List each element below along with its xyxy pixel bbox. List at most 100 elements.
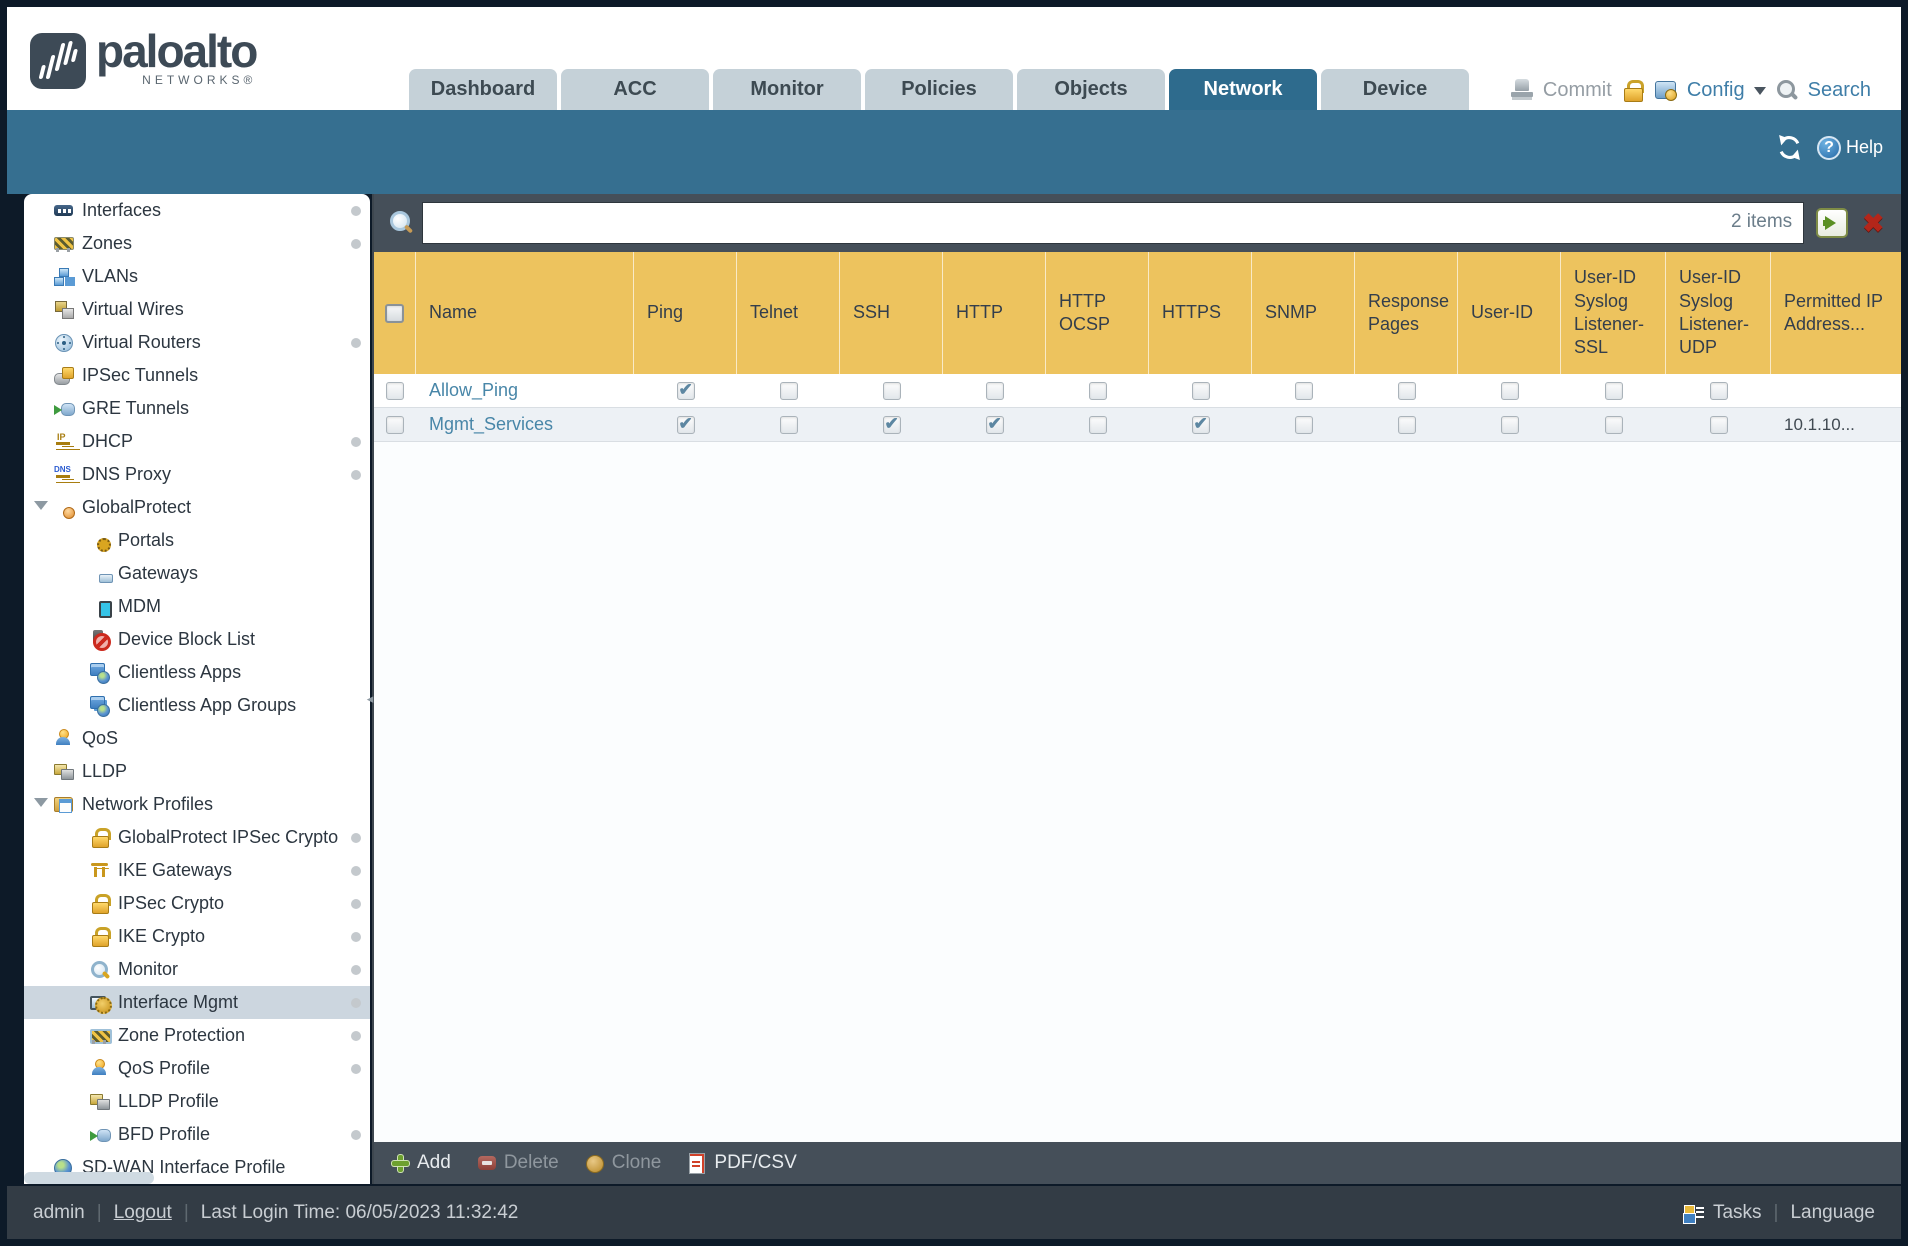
sidebar-item-lldp[interactable]: LLDP [24,755,370,788]
lock-icon[interactable] [1621,78,1645,102]
telnet-checkbox[interactable] [780,382,798,400]
sidebar-item-device-block-list[interactable]: Device Block List [24,623,370,656]
sidebar-item-label: BFD Profile [118,1124,210,1145]
sidebar-item-ike-crypto[interactable]: IKE Crypto [24,920,370,953]
column-header-label: Telnet [750,301,798,324]
telnet-checkbox[interactable] [780,416,798,434]
row-select-checkbox[interactable] [386,416,404,434]
user-id-syslog-listener-ssl-checkbox[interactable] [1605,382,1623,400]
vlan-icon [54,267,74,286]
help-button[interactable]: ? Help [1817,136,1883,160]
cell-user-id [1458,374,1561,407]
pdf-csv-button[interactable]: PDF/CSV [687,1152,796,1174]
sidebar-item-ike-gateways[interactable]: IKE Gateways [24,854,370,887]
delete-icon [477,1153,497,1173]
profile-name-link[interactable]: Allow_Ping [429,380,518,401]
sidebar-scrollbar[interactable] [24,1172,154,1184]
sidebar-item-network-profiles[interactable]: Network Profiles [24,788,370,821]
sidebar-item-virtual-routers[interactable]: Virtual Routers [24,326,370,359]
config-button[interactable]: Config [1687,79,1745,102]
column-header-ssh: SSH [840,252,943,374]
ping-checkbox[interactable] [677,382,695,400]
commit-button[interactable]: Commit [1543,79,1612,102]
sidebar-item-clientless-apps[interactable]: Clientless Apps [24,656,370,689]
sidebar-item-qos-profile[interactable]: QoS Profile [24,1052,370,1085]
user-id-checkbox[interactable] [1501,416,1519,434]
sidebar-item-portals[interactable]: Portals [24,524,370,557]
http-ocsp-checkbox[interactable] [1089,416,1107,434]
sidebar-item-ipsec-crypto[interactable]: IPSec Crypto [24,887,370,920]
http-ocsp-checkbox[interactable] [1089,382,1107,400]
cell-snmp [1252,374,1355,407]
commit-icon [1510,78,1534,102]
expander-icon[interactable] [34,798,48,807]
response-pages-checkbox[interactable] [1398,382,1416,400]
filter-input[interactable] [422,202,1804,244]
cell-name: Mgmt_Services [416,408,634,441]
config-icon [1654,78,1678,102]
user-id-syslog-listener-ssl-checkbox[interactable] [1605,416,1623,434]
column-header-snmp: SNMP [1252,252,1355,374]
sidebar-item-bfd-profile[interactable]: BFD Profile [24,1118,370,1151]
ssh-checkbox[interactable] [883,416,901,434]
gp-icon [54,498,74,517]
https-checkbox[interactable] [1192,382,1210,400]
column-header-user-id-syslog-listener-ssl: User-ID Syslog Listener-SSL [1561,252,1666,374]
snmp-checkbox[interactable] [1295,382,1313,400]
sidebar-item-virtual-wires[interactable]: Virtual Wires [24,293,370,326]
sidebar-item-vlans[interactable]: VLANs [24,260,370,293]
sidebar-item-qos[interactable]: QoS [24,722,370,755]
apply-filter-button[interactable] [1816,208,1847,238]
sidebar-item-interface-mgmt[interactable]: Interface Mgmt [24,986,370,1019]
tab-policies[interactable]: Policies [865,69,1013,110]
chevron-down-icon[interactable] [1754,84,1766,96]
response-pages-checkbox[interactable] [1398,416,1416,434]
select-all-checkbox[interactable] [385,304,404,323]
expander-icon[interactable] [34,501,48,510]
search-button[interactable]: Search [1808,79,1871,102]
user-id-checkbox[interactable] [1501,382,1519,400]
dns-icon [54,465,74,484]
profile-name-link[interactable]: Mgmt_Services [429,414,553,435]
https-checkbox[interactable] [1192,416,1210,434]
tab-objects[interactable]: Objects [1017,69,1165,110]
sidebar-item-mdm[interactable]: MDM [24,590,370,623]
clear-filter-button[interactable]: ✖ [1860,209,1887,237]
ssh-checkbox[interactable] [883,382,901,400]
sidebar-item-clientless-app-groups[interactable]: Clientless App Groups [24,689,370,722]
sidebar-item-globalprotect-ipsec-crypto[interactable]: GlobalProtect IPSec Crypto [24,821,370,854]
sidebar-item-zone-protection[interactable]: Zone Protection [24,1019,370,1052]
tab-device[interactable]: Device [1321,69,1469,110]
row-select-checkbox[interactable] [386,382,404,400]
sidebar-item-gre-tunnels[interactable]: GRE Tunnels [24,392,370,425]
sidebar-collapse-handle[interactable]: ◂ [364,688,376,710]
http-checkbox[interactable] [986,382,1004,400]
ping-checkbox[interactable] [677,416,695,434]
sidebar-item-zones[interactable]: Zones [24,227,370,260]
sidebar-item-dhcp[interactable]: DHCP [24,425,370,458]
column-header-label: User-ID Syslog Listener-SSL [1574,266,1659,360]
sidebar-item-gateways[interactable]: Gateways [24,557,370,590]
user-id-syslog-listener-udp-checkbox[interactable] [1710,382,1728,400]
add-button[interactable]: Add [390,1152,451,1174]
logout-link[interactable]: Logout [114,1202,172,1224]
user-id-syslog-listener-udp-checkbox[interactable] [1710,416,1728,434]
column-header-label: User-ID [1471,301,1533,324]
sidebar-item-lldp-profile[interactable]: LLDP Profile [24,1085,370,1118]
logged-in-user: admin [33,1202,85,1224]
sidebar-item-dns-proxy[interactable]: DNS Proxy [24,458,370,491]
tasks-button[interactable]: Tasks [1713,1202,1762,1224]
sidebar-item-globalprotect[interactable]: GlobalProtect [24,491,370,524]
refresh-icon[interactable] [1776,134,1803,161]
language-button[interactable]: Language [1790,1202,1875,1224]
tab-acc[interactable]: ACC [561,69,709,110]
sidebar-item-interfaces[interactable]: Interfaces [24,194,370,227]
sidebar-item-monitor[interactable]: Monitor [24,953,370,986]
tab-monitor[interactable]: Monitor [713,69,861,110]
sidebar-item-ipsec-tunnels[interactable]: IPSec Tunnels [24,359,370,392]
http-checkbox[interactable] [986,416,1004,434]
tab-dashboard[interactable]: Dashboard [409,69,557,110]
column-header-label: Response Pages [1368,290,1451,337]
snmp-checkbox[interactable] [1295,416,1313,434]
tab-network[interactable]: Network [1169,69,1317,110]
